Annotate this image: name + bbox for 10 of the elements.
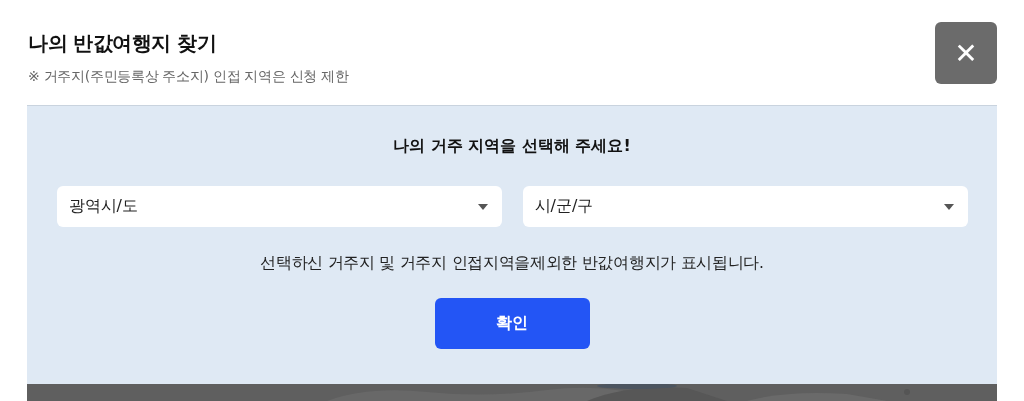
close-button[interactable]: ✕ [935, 22, 997, 84]
confirm-button[interactable]: 확인 [434, 298, 590, 349]
dialog-title: 나의 반값여행지 찾기 [28, 30, 218, 57]
region-dropdown[interactable]: 광역시/도 [56, 186, 502, 227]
dropdown-caret-icon [943, 203, 954, 210]
notice-text: ※ 거주지(주민등록상 주소지) 인접 지역은 신청 제한 [28, 68, 349, 86]
section-heading: 나의 거주 지역을 선택해 주세요! [393, 136, 631, 157]
description-text: 선택하신 거주지 및 거주지 인접지역을제외한 반값여행지가 표시됩니다. [260, 253, 764, 274]
region-dropdown[interactable]: 시/군/구 [522, 186, 968, 227]
dropdown-caret-icon [477, 203, 488, 210]
